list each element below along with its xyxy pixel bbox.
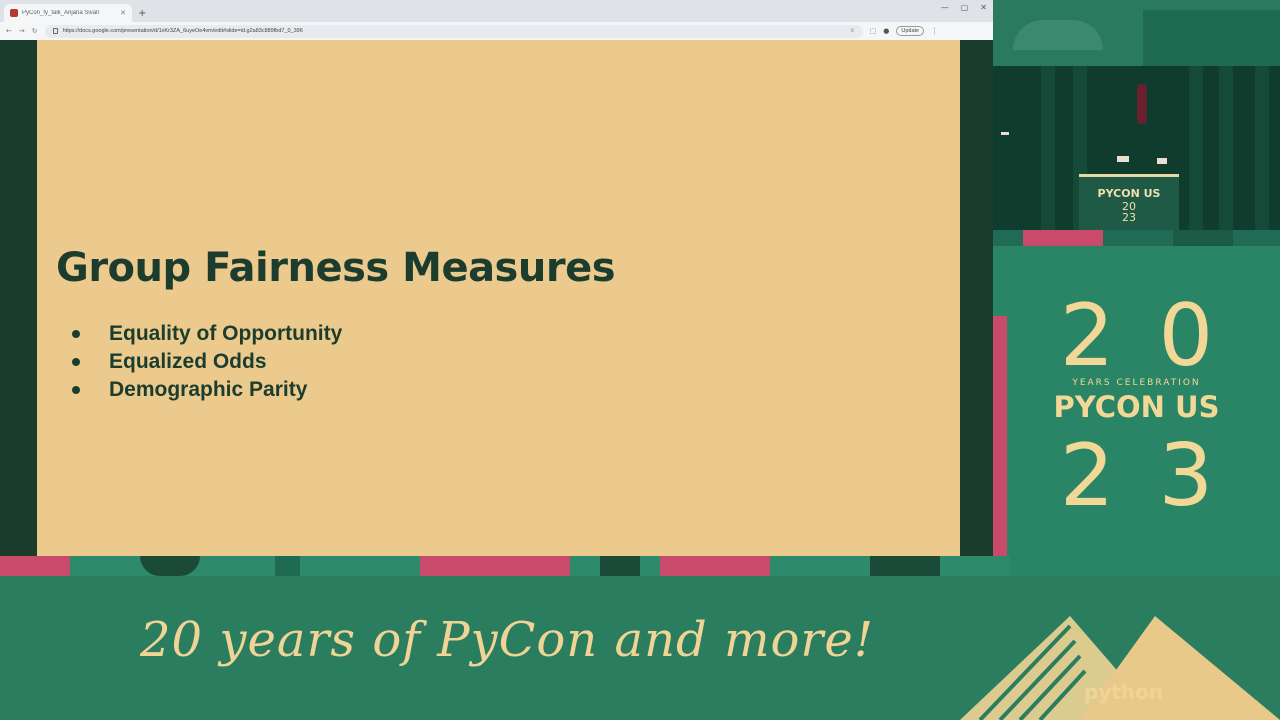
stage-light	[1001, 132, 1009, 135]
presentation-viewport: Group Fairness Measures Equality of Oppo…	[0, 40, 993, 556]
minimize-icon[interactable]: —	[941, 3, 949, 12]
maximize-icon[interactable]: ▢	[961, 3, 969, 12]
logo-year-bottom: 23	[1059, 426, 1258, 526]
frame-shape	[600, 556, 640, 576]
podium-light	[1157, 158, 1167, 164]
podium-year-bottom: 23	[1122, 211, 1136, 224]
bullet-dot-icon	[72, 386, 80, 394]
bullet-item: Equalized Odds	[72, 348, 342, 376]
logo-name: PYCON US	[1053, 390, 1220, 424]
bullet-item: Equality of Opportunity	[72, 320, 342, 348]
profile-icon[interactable]: ●	[883, 27, 889, 35]
address-url: https://docs.google.com/presentation/d/1…	[62, 28, 303, 34]
frame-shape	[1143, 10, 1280, 66]
lock-icon	[52, 28, 58, 34]
bullet-text: Equalized Odds	[109, 350, 267, 373]
podium-label: PYCON US	[1097, 187, 1161, 200]
python-logo: python	[1084, 680, 1164, 704]
update-button[interactable]: Update	[896, 26, 925, 36]
speaker-video: PYCON US 20 23	[993, 66, 1280, 230]
bullet-text: Equality of Opportunity	[109, 322, 343, 345]
podium-light	[1117, 156, 1129, 162]
address-bar[interactable]: https://docs.google.com/presentation/d/1…	[44, 24, 863, 38]
window-controls: — ▢ ✕	[941, 3, 987, 12]
slide[interactable]: Group Fairness Measures Equality of Oppo…	[37, 40, 960, 556]
forward-icon[interactable]: →	[19, 27, 25, 35]
frame-shape	[140, 556, 200, 576]
bullet-text: Demographic Parity	[109, 378, 308, 401]
bullet-dot-icon	[72, 358, 80, 366]
frame-shape	[420, 556, 570, 576]
speaker-figure	[1137, 84, 1147, 124]
frame-shape	[1023, 230, 1103, 246]
podium: PYCON US 20 23	[1079, 174, 1179, 230]
bottom-banner: 20 years of PyCon and more! python	[0, 576, 1280, 720]
stage-curtain	[1041, 66, 1055, 230]
browser-tab[interactable]: PyCon_fy_talk_Anjana Sivan ✕	[4, 4, 132, 22]
frame-shape	[275, 556, 300, 576]
frame-shape	[1013, 20, 1103, 50]
extensions-icon[interactable]: ⬚	[870, 27, 877, 35]
browser-toolbar: ← → ↻ https://docs.google.com/presentati…	[0, 22, 993, 40]
slide-title: Group Fairness Measures	[56, 245, 616, 291]
event-logo-panel: 20 YEARS CELEBRATION PYCON US 23	[993, 246, 1280, 576]
frame-decoration-top	[993, 0, 1280, 66]
banner-tagline: 20 years of PyCon and more!	[140, 612, 875, 668]
frame-shape	[660, 556, 770, 576]
logo-year-top: 20	[1059, 286, 1258, 386]
logo-subtitle: YEARS CELEBRATION	[1072, 378, 1201, 388]
slide-bullet-list: Equality of Opportunity Equalized Odds D…	[72, 320, 342, 404]
podium-year: 20 23	[1079, 201, 1179, 223]
back-icon[interactable]: ←	[6, 27, 12, 35]
reload-icon[interactable]: ↻	[32, 27, 38, 35]
frame-decoration-mid	[993, 230, 1280, 246]
frame-decoration-bottom	[0, 556, 1010, 576]
frame-shape	[870, 556, 940, 576]
bullet-item: Demographic Parity	[72, 376, 342, 404]
stage-curtain	[1255, 66, 1269, 230]
tab-close-icon[interactable]: ✕	[120, 9, 126, 17]
stage-curtain	[1219, 66, 1233, 230]
frame-shape	[0, 556, 70, 576]
tab-title: PyCon_fy_talk_Anjana Sivan	[22, 10, 100, 16]
close-window-icon[interactable]: ✕	[980, 3, 987, 12]
extensions-area: ⬚ ● Update ⋮	[870, 26, 938, 36]
browser-menu-icon[interactable]: ⋮	[931, 27, 938, 35]
stage-curtain	[1189, 66, 1203, 230]
new-tab-icon[interactable]: +	[138, 8, 146, 19]
slides-favicon-icon	[10, 9, 18, 17]
bullet-dot-icon	[72, 330, 80, 338]
frame-shape	[1173, 230, 1233, 246]
bookmark-star-icon[interactable]: ☆	[850, 28, 855, 34]
tab-bar: PyCon_fy_talk_Anjana Sivan ✕ + — ▢ ✕	[0, 0, 993, 22]
browser-window: PyCon_fy_talk_Anjana Sivan ✕ + — ▢ ✕ ← →…	[0, 0, 993, 556]
